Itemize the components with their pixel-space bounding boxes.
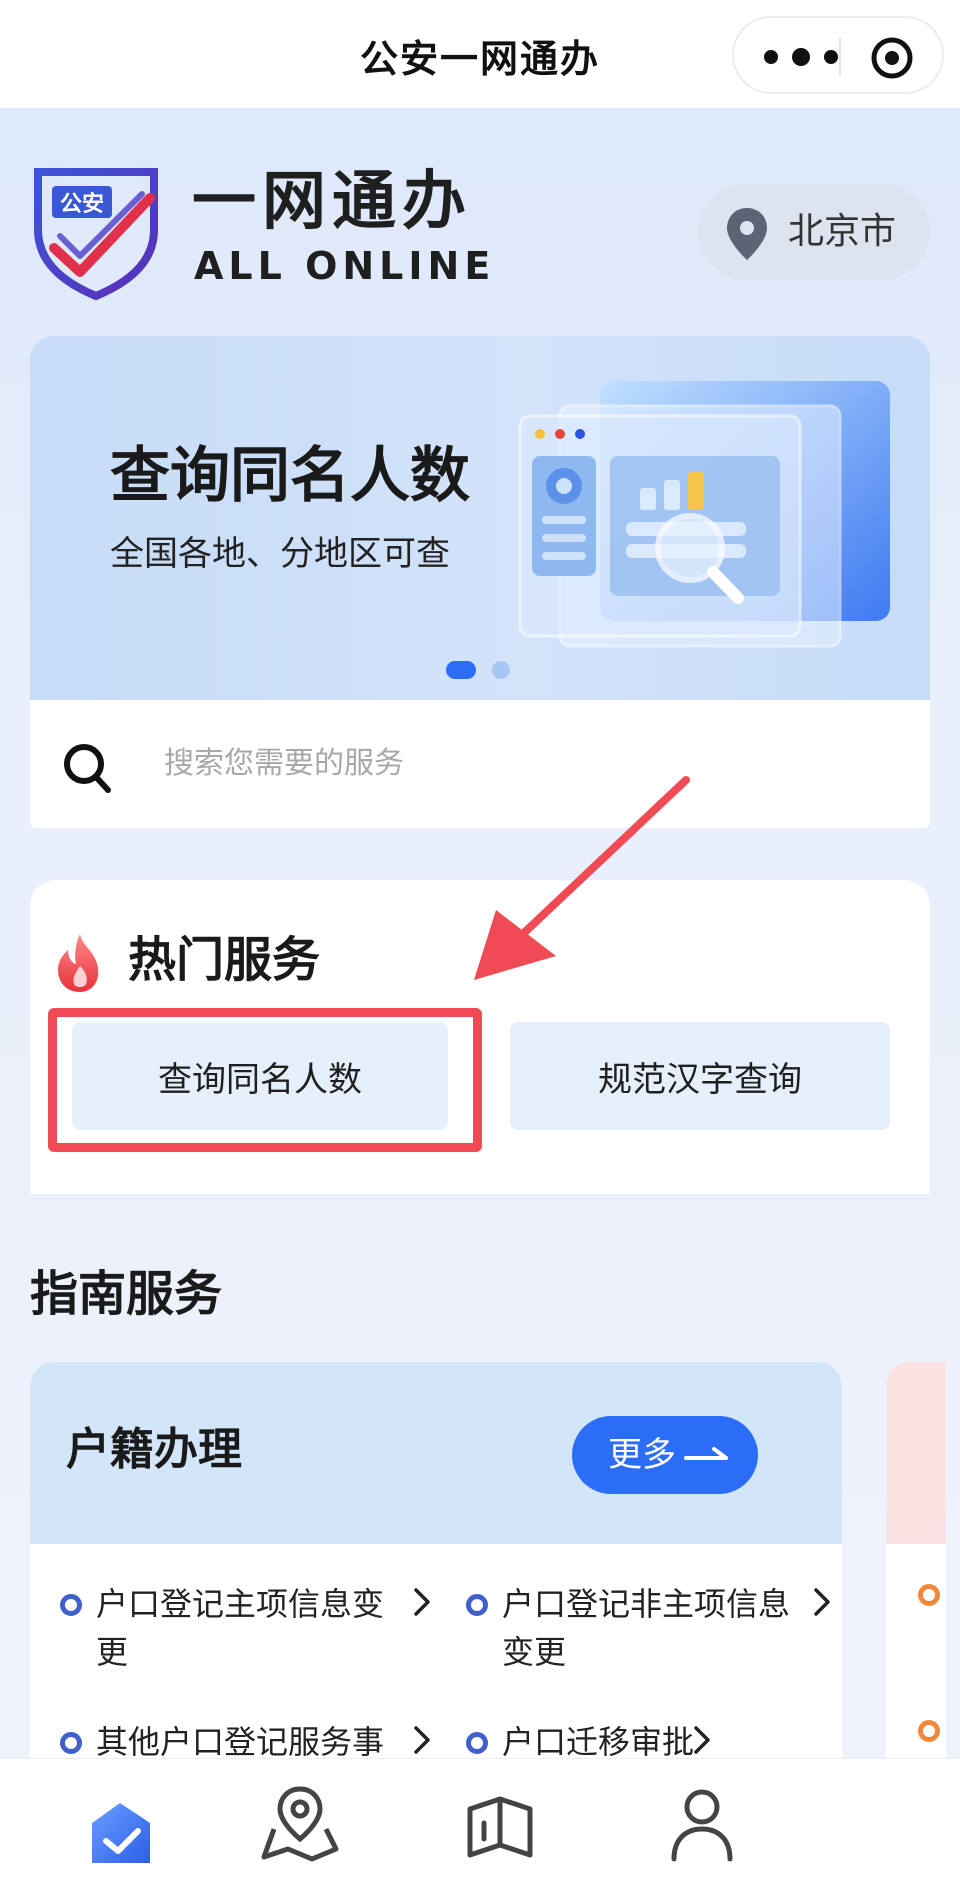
hot-services-panel: 热门服务 查询同名人数 规范汉字查询: [30, 880, 930, 1194]
guide-card-household: 户籍办理 更多 户口登记主项信息变更 户口登记非主项信息变更 其他户口登记服务事: [30, 1362, 842, 1782]
banner-subtitle: 全国各地、分地区可查: [110, 534, 450, 574]
chevron-right-icon: [694, 1726, 710, 1754]
search-dashboard-illustration: [518, 381, 890, 648]
search-icon: [64, 744, 111, 793]
banner-title: 查询同名人数: [110, 441, 470, 511]
top-bar: 公安一网通办: [0, 0, 960, 108]
service-label: 规范汉字查询: [598, 1059, 802, 1100]
more-button[interactable]: 更多: [572, 1416, 758, 1494]
location-pin-icon: [727, 208, 767, 260]
home-check-icon: [92, 1803, 150, 1863]
bullet-icon: [918, 1720, 940, 1742]
chevron-right-icon: [414, 1726, 430, 1754]
bullet-icon: [466, 1732, 488, 1754]
city-selector[interactable]: 北京市: [698, 184, 930, 280]
guide-card-title: 户籍办理: [66, 1424, 242, 1475]
bullet-icon: [466, 1594, 488, 1616]
brand-name-cn: 一网通办: [192, 165, 472, 239]
hot-services-title: 热门服务: [128, 932, 321, 988]
promo-banner[interactable]: 查询同名人数 全国各地、分地区可查: [30, 336, 930, 700]
close-target-icon[interactable]: [870, 36, 914, 80]
carousel-dot[interactable]: [492, 661, 510, 679]
more-dots-icon[interactable]: [762, 48, 840, 66]
capsule-divider: [839, 38, 841, 76]
search-bar[interactable]: 搜索您需要的服务: [30, 700, 930, 828]
carousel-dot-active[interactable]: [446, 661, 476, 679]
chevron-right-icon: [814, 1588, 830, 1616]
map-pin-icon: [261, 1786, 339, 1862]
guide-card-header: 户籍办理 更多: [30, 1362, 842, 1544]
tab-profile[interactable]: [660, 1783, 744, 1863]
guide-item-label: 户口登记主项信息变更: [96, 1585, 385, 1671]
guide-card-next[interactable]: [886, 1362, 946, 1782]
service-standard-hanzi-query[interactable]: 规范汉字查询: [510, 1022, 890, 1130]
book-icon: [467, 1796, 533, 1858]
more-label: 更多: [608, 1435, 676, 1475]
bullet-icon: [918, 1584, 940, 1606]
bullet-icon: [60, 1732, 82, 1754]
fire-icon: [58, 934, 99, 992]
search-placeholder: 搜索您需要的服务: [164, 746, 404, 781]
tab-guide[interactable]: [458, 1783, 542, 1863]
arrow-right-icon: [684, 1447, 728, 1460]
user-icon: [671, 1789, 733, 1862]
brand-name-en: ALL ONLINE: [194, 244, 496, 288]
bottom-tab-bar: [0, 1758, 960, 1878]
tab-map[interactable]: [258, 1783, 342, 1863]
service-label: 查询同名人数: [158, 1059, 362, 1100]
guide-card-next-header: [886, 1362, 946, 1544]
police-shield-logo: 公安: [34, 168, 158, 300]
service-same-name-query[interactable]: 查询同名人数: [72, 1022, 448, 1130]
guide-services-title: 指南服务: [30, 1266, 223, 1322]
city-name: 北京市: [788, 211, 897, 252]
bullet-icon: [60, 1594, 82, 1616]
mini-program-capsule: [732, 16, 944, 94]
chevron-right-icon: [414, 1588, 430, 1616]
guide-item-label: 户口登记非主项信息变更: [502, 1585, 791, 1671]
logo-text: 公安: [60, 191, 104, 217]
tab-home[interactable]: [78, 1783, 162, 1863]
